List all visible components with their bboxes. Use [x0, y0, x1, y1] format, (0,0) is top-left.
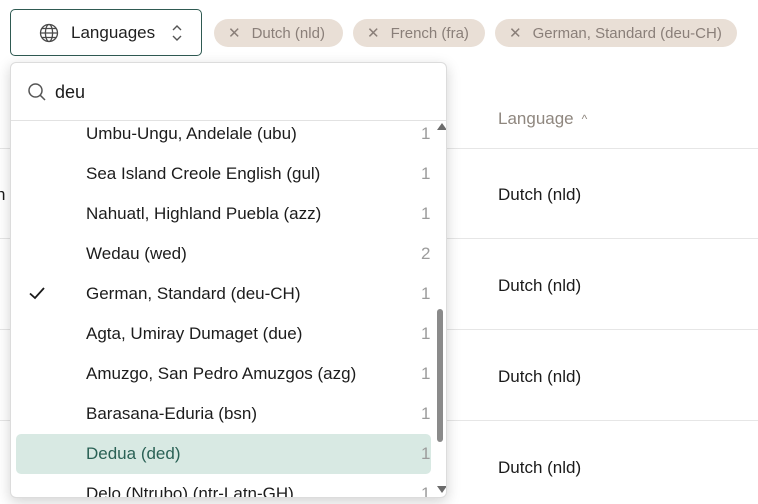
option-count: 1 — [421, 444, 431, 463]
list-item[interactable]: Agta, Umiray Dumaget (due) 1 — [16, 314, 431, 354]
scroll-up-arrow-icon[interactable] — [437, 123, 446, 130]
option-count: 1 — [421, 164, 431, 183]
chevron-up-down-icon — [171, 22, 187, 44]
scroll-thumb[interactable] — [437, 309, 443, 442]
list-item[interactable]: Wedau (wed) 2 — [16, 234, 431, 274]
filter-chip-french: ✕ French (fra) — [353, 19, 485, 47]
option-label: Sea Island Creole English (gul) — [86, 164, 321, 183]
close-icon[interactable]: ✕ — [367, 24, 380, 42]
table-cell-fragment: n — [0, 185, 6, 204]
option-label: Wedau (wed) — [86, 244, 187, 263]
sort-ascending-icon: ^ — [581, 112, 588, 126]
option-label: Barasana-Eduria (bsn) — [86, 404, 258, 423]
option-count: 1 — [421, 404, 431, 423]
search-icon — [27, 82, 47, 102]
option-count: 1 — [421, 204, 431, 223]
table-cell-language: Dutch (nld) — [498, 276, 582, 295]
option-label: German, Standard (deu-CH) — [86, 284, 301, 303]
chip-label: German, Standard (deu-CH) — [532, 24, 722, 42]
languages-filter-button[interactable]: Languages — [10, 9, 202, 56]
chip-label: Dutch (nld) — [251, 24, 325, 42]
filter-chip-german: ✕ German, Standard (deu-CH) — [495, 19, 737, 47]
checkmark-icon — [28, 284, 46, 302]
option-count: 1 — [421, 364, 431, 383]
search-input[interactable] — [55, 79, 415, 105]
table-cell-language: Dutch (nld) — [498, 458, 582, 477]
table-cell-language: Dutch (nld) — [498, 367, 582, 386]
option-label: Nahuatl, Highland Puebla (azz) — [86, 204, 322, 223]
globe-icon — [39, 22, 61, 44]
table-cell-language: Dutch (nld) — [498, 185, 582, 204]
filter-chip-dutch: ✕ Dutch (nld) — [214, 19, 343, 47]
list-item[interactable]: Delo (Ntrubo) (ntr-Latn-GH) 1 — [16, 474, 431, 497]
option-count: 1 — [421, 484, 431, 497]
list-scrollbar[interactable] — [435, 121, 446, 497]
option-label: Agta, Umiray Dumaget (due) — [86, 324, 303, 343]
option-label: Dedua (ded) — [86, 444, 181, 463]
close-icon[interactable]: ✕ — [228, 24, 241, 42]
option-label: Umbu-Ungu, Andelale (ubu) — [86, 124, 297, 143]
languages-filter-label: Languages — [71, 22, 156, 42]
option-count: 1 — [421, 284, 431, 303]
option-label: Amuzgo, San Pedro Amuzgos (azg) — [86, 364, 357, 383]
scroll-down-arrow-icon[interactable] — [437, 486, 446, 493]
list-item[interactable]: Umbu-Ungu, Andelale (ubu) 1 — [16, 121, 431, 154]
chip-label: French (fra) — [390, 24, 469, 42]
language-column-header[interactable]: Language ^ — [498, 109, 587, 129]
close-icon[interactable]: ✕ — [509, 24, 522, 42]
list-item[interactable]: Barasana-Eduria (bsn) 1 — [16, 394, 431, 434]
language-option-list: Umbu-Ungu, Andelale (ubu) 1 Sea Island C… — [11, 121, 435, 497]
list-item-highlighted[interactable]: Dedua (ded) 1 — [16, 434, 431, 474]
option-count: 2 — [421, 244, 431, 263]
search-row — [11, 63, 446, 121]
list-item-selected[interactable]: German, Standard (deu-CH) 1 — [16, 274, 431, 314]
option-count: 1 — [421, 324, 431, 343]
column-header-label: Language — [498, 109, 574, 128]
languages-dropdown: Umbu-Ungu, Andelale (ubu) 1 Sea Island C… — [10, 62, 447, 498]
option-label: Delo (Ntrubo) (ntr-Latn-GH) — [86, 484, 294, 497]
option-count: 1 — [421, 124, 431, 143]
list-item[interactable]: Sea Island Creole English (gul) 1 — [16, 154, 431, 194]
list-item[interactable]: Nahuatl, Highland Puebla (azz) 1 — [16, 194, 431, 234]
list-item[interactable]: Amuzgo, San Pedro Amuzgos (azg) 1 — [16, 354, 431, 394]
